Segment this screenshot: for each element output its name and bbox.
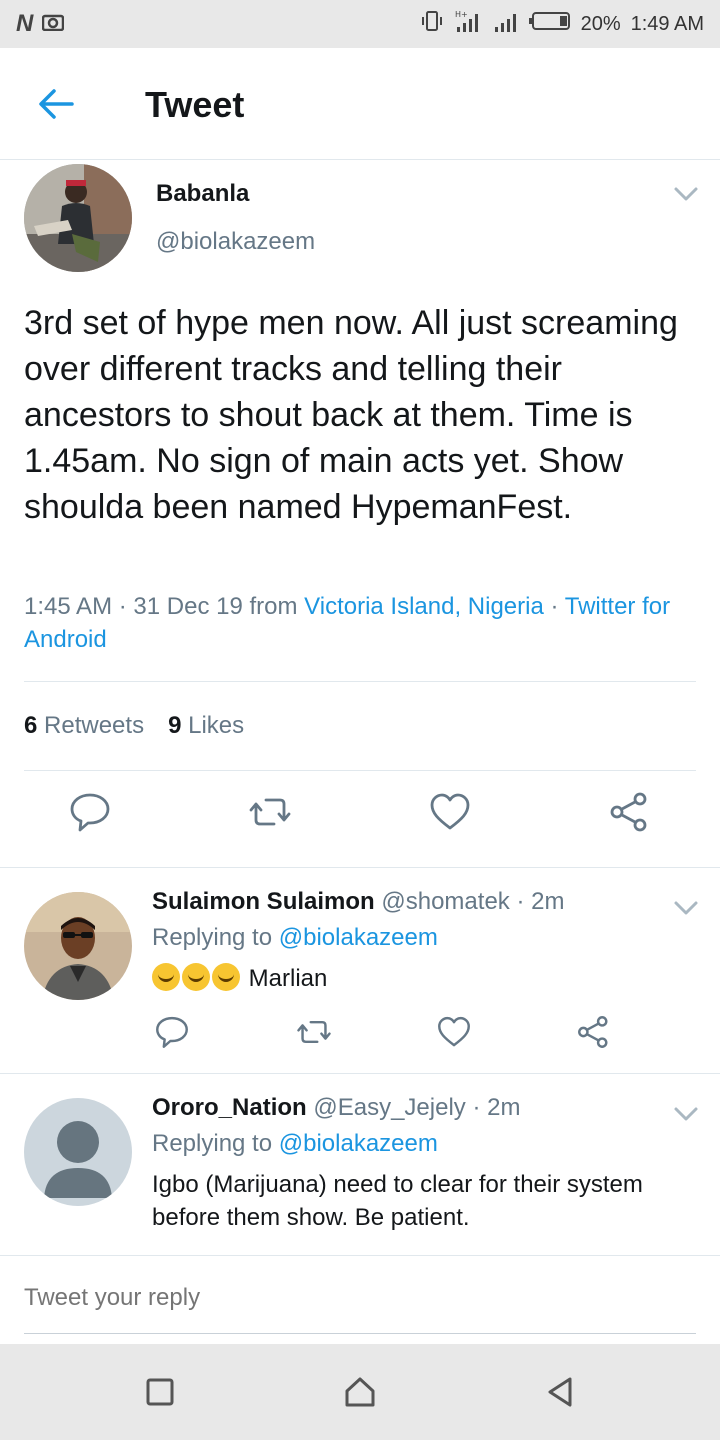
tweet-text: 3rd set of hype men now. All just scream… — [24, 304, 678, 526]
status-bar: N H+ 20% 1:49 AM — [0, 0, 720, 48]
app-header: Tweet — [0, 48, 720, 160]
heart-icon — [438, 1016, 470, 1047]
rofl-emoji-icon — [152, 963, 180, 991]
reply-time: 2m — [487, 1094, 521, 1121]
reply-avatar[interactable] — [24, 892, 132, 1000]
retweet-button[interactable] — [248, 790, 292, 834]
share-button[interactable] — [608, 790, 652, 834]
recents-button[interactable] — [142, 1374, 178, 1410]
reply-author-name[interactable]: Ororo_Nation — [152, 1094, 307, 1121]
retweet-icon — [297, 1020, 331, 1044]
share-icon — [610, 792, 647, 832]
back-button[interactable] — [36, 86, 76, 122]
notification-app-icon: N — [16, 10, 33, 37]
chevron-down-icon — [674, 187, 698, 201]
heart-icon — [430, 793, 470, 830]
reply-options-button[interactable] — [672, 898, 700, 918]
share-button[interactable] — [576, 1014, 612, 1050]
reply-tweet[interactable]: Ororo_Nation @Easy_Jejely · 2m Replying … — [0, 1074, 720, 1256]
home-button[interactable] — [342, 1374, 378, 1410]
likes-stat[interactable]: 9 Likes — [168, 712, 244, 740]
reply-time: 2m — [531, 888, 565, 915]
square-icon — [146, 1378, 174, 1406]
tweet-date: 31 Dec 19 — [133, 593, 243, 620]
retweet-icon — [249, 798, 291, 826]
system-nav-bar — [0, 1344, 720, 1440]
tweet-stats: 6 Retweets 9 Likes — [24, 712, 244, 740]
from-label: from — [249, 593, 298, 620]
rofl-emoji-icon — [212, 963, 240, 991]
chevron-down-icon — [674, 1107, 698, 1121]
author-name[interactable]: Babanla — [156, 180, 249, 208]
replying-to-link[interactable]: @biolakazeem — [279, 924, 438, 951]
reply-header: Sulaimon Sulaimon @shomatek · 2m — [152, 888, 565, 915]
home-icon — [345, 1377, 375, 1407]
reply-icon — [70, 793, 110, 832]
divider — [24, 681, 696, 682]
like-button[interactable] — [428, 790, 472, 834]
reply-avatar-default[interactable] — [24, 1098, 132, 1206]
replying-to-link[interactable]: @biolakazeem — [279, 1130, 438, 1157]
reply-tweet[interactable]: Sulaimon Sulaimon @shomatek · 2m Replyin… — [0, 868, 720, 1074]
share-icon — [578, 1016, 608, 1048]
reply-composer — [24, 1270, 696, 1334]
retweet-button[interactable] — [296, 1014, 332, 1050]
author-avatar[interactable] — [24, 164, 132, 272]
reply-author-name[interactable]: Sulaimon Sulaimon — [152, 888, 375, 915]
back-arrow-icon — [39, 89, 74, 119]
replying-to: Replying to @biolakazeem — [152, 924, 438, 951]
reply-author-handle[interactable]: @Easy_Jejely — [313, 1094, 465, 1121]
signal-strength-icon — [493, 9, 519, 39]
camera-icon — [42, 13, 65, 36]
reply-text: Igbo (Marijuana) need to clear for their… — [152, 1171, 643, 1231]
battery-icon — [528, 10, 571, 38]
tweet-options-button[interactable] — [672, 184, 700, 204]
tweet-actions — [0, 790, 720, 850]
tweet-meta: 1:45 AM · 31 Dec 19 from Victoria Island… — [24, 593, 671, 653]
reply-input[interactable] — [24, 1284, 696, 1312]
nav-back-button[interactable] — [542, 1374, 578, 1410]
tweet-time: 1:45 AM — [24, 593, 113, 620]
reply-button[interactable] — [68, 790, 112, 834]
main-tweet: Babanla @biolakazeem 3rd set of hype men… — [0, 160, 720, 868]
reply-author-handle[interactable]: @shomatek — [381, 888, 509, 915]
reply-button[interactable] — [154, 1014, 190, 1050]
rofl-emoji-icon — [182, 963, 210, 991]
author-handle[interactable]: @biolakazeem — [156, 228, 315, 256]
svg-text:H+: H+ — [455, 10, 468, 19]
retweets-stat[interactable]: 6 Retweets — [24, 712, 144, 740]
page-title: Tweet — [145, 84, 245, 125]
vibrate-icon — [421, 10, 443, 38]
reply-header: Ororo_Nation @Easy_Jejely · 2m — [152, 1094, 521, 1121]
signal-h-plus-icon: H+ — [453, 9, 483, 39]
reply-icon — [156, 1016, 188, 1048]
default-avatar-icon — [24, 1098, 132, 1206]
replying-to: Replying to @biolakazeem — [152, 1130, 438, 1157]
divider — [24, 770, 696, 771]
tweet-location-link[interactable]: Victoria Island, Nigeria — [304, 593, 544, 620]
like-button[interactable] — [436, 1014, 472, 1050]
reply-options-button[interactable] — [672, 1104, 700, 1124]
battery-percent: 20% — [580, 12, 621, 35]
reply-text: Marlian — [152, 962, 682, 995]
triangle-back-icon — [548, 1377, 572, 1407]
chevron-down-icon — [674, 901, 698, 915]
clock: 1:49 AM — [630, 12, 704, 35]
